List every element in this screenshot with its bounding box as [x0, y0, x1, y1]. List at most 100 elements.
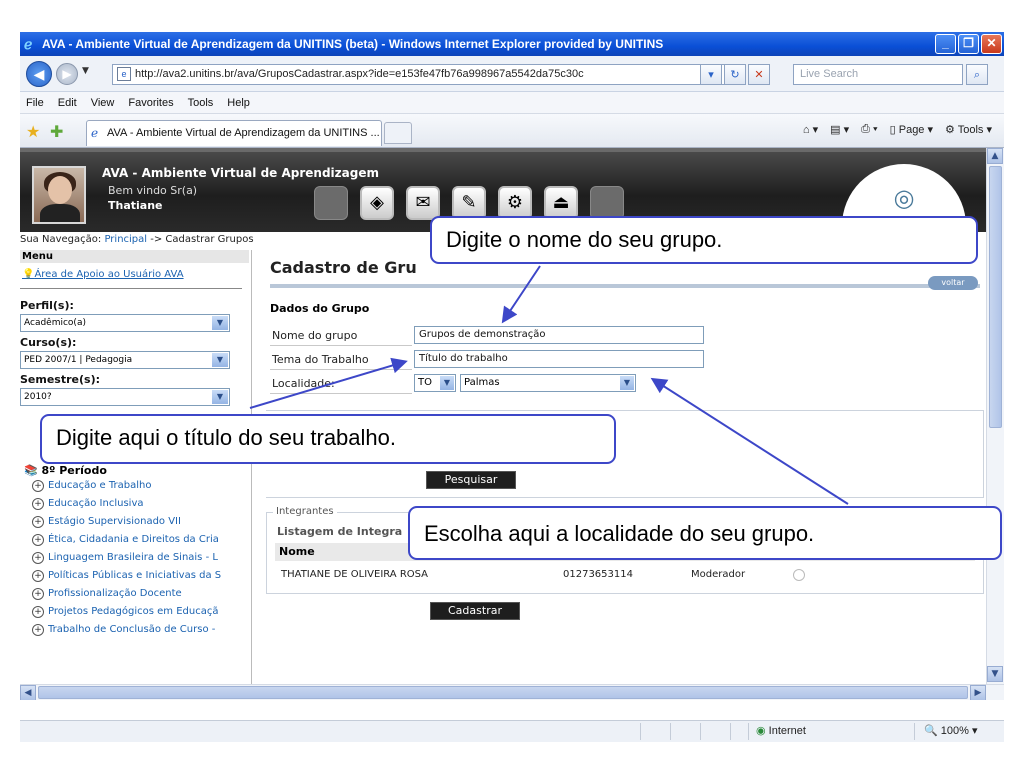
sidebar-course[interactable]: + Trabalho de Conclusão de Curso -	[20, 621, 250, 639]
bulb-icon: 💡	[22, 269, 35, 280]
globe-icon: ◉	[756, 725, 769, 737]
expand-icon: +	[32, 606, 44, 618]
print-icon[interactable]: ⎙ ▾	[861, 123, 877, 136]
localidade-label: Localidade:	[272, 377, 335, 390]
sidebar-course[interactable]: + Estágio Supervisionado VII	[20, 513, 250, 531]
scroll-down-icon[interactable]: ▼	[987, 666, 1003, 682]
breadcrumb-home-link[interactable]: Principal	[104, 234, 147, 245]
page-menu[interactable]: ▯ Page ▾	[890, 123, 933, 136]
expand-icon: +	[32, 552, 44, 564]
perfil-select[interactable]: Acadêmico(a) ▼	[20, 314, 230, 332]
close-icon[interactable]: ✕	[981, 34, 1002, 54]
search-icon[interactable]: ⌕	[966, 64, 988, 85]
ie-logo-icon: ℯ	[24, 36, 33, 52]
uf-select[interactable]: TO ▼	[414, 374, 456, 392]
expand-icon: +	[32, 516, 44, 528]
zoom-icon: 🔍	[924, 725, 941, 737]
sidebar-course[interactable]: + Políticas Públicas e Iniciativas da S	[20, 567, 250, 585]
cadastrar-button[interactable]: Cadastrar	[430, 602, 520, 620]
callout-nome: Digite o nome do seu grupo.	[430, 216, 978, 264]
zoom-level[interactable]: 🔍 100% ▾	[924, 724, 977, 737]
member-code: 01273653114	[563, 569, 633, 580]
url-input[interactable]: e http://ava2.unitins.br/ava/GruposCadas…	[112, 64, 732, 85]
menu-tools[interactable]: Tools	[188, 97, 214, 109]
nome-label: Nome do grupo	[272, 329, 358, 342]
hscroll-thumb[interactable]	[38, 686, 968, 699]
status-zone: ◉ Internet	[756, 725, 806, 737]
new-tab-button[interactable]	[384, 122, 412, 144]
menu-favorites[interactable]: Favorites	[128, 97, 173, 109]
favorites-star-icon[interactable]: ★	[26, 122, 40, 141]
sidebar-course[interactable]: + Educação Inclusiva	[20, 495, 250, 513]
member-role: Moderador	[691, 569, 746, 580]
scroll-thumb[interactable]	[989, 166, 1002, 428]
scroll-up-icon[interactable]: ▲	[987, 148, 1003, 164]
tools-menu[interactable]: ⚙ Tools ▾	[945, 123, 992, 136]
forward-icon[interactable]: ▶	[56, 63, 78, 85]
sidebar-course[interactable]: + Profissionalização Docente	[20, 585, 250, 603]
curso-select[interactable]: PED 2007/1 | Pedagogia ▼	[20, 351, 230, 369]
voltar-button[interactable]: voltar	[928, 276, 978, 290]
history-dropdown-icon[interactable]: ▼	[82, 66, 89, 76]
semestre-label: Semestre(s):	[20, 373, 100, 386]
sidebar-course[interactable]: + Projetos Pedagógicos em Educaçã	[20, 603, 250, 621]
cidade-select[interactable]: Palmas ▼	[460, 374, 636, 392]
scroll-left-icon[interactable]: ◀	[20, 685, 36, 700]
gear-icon[interactable]: ⚙	[498, 186, 532, 220]
sidebar-course[interactable]: + Linguagem Brasileira de Sinais - L	[20, 549, 250, 567]
feeds-icon[interactable]: ▤ ▾	[830, 123, 849, 136]
menu-help[interactable]: Help	[227, 97, 250, 109]
listagem-title: Listagem de Integra	[277, 525, 403, 538]
tab-ava[interactable]: ℯ AVA - Ambiente Virtual de Aprendizagem…	[86, 120, 382, 146]
tools-icon[interactable]: ✎	[452, 186, 486, 220]
page-title: Cadastro de Gru	[270, 258, 417, 277]
back-icon[interactable]: ◀	[26, 61, 52, 87]
maximize-icon[interactable]: ❐	[958, 34, 979, 54]
expand-icon: +	[32, 534, 44, 546]
exit-icon[interactable]: ⏏	[544, 186, 578, 220]
welcome-text: Bem vindo Sr(a)	[108, 184, 198, 197]
user-name: Thatiane	[108, 199, 163, 212]
scroll-right-icon[interactable]: ▶	[970, 685, 986, 700]
avatar	[32, 166, 86, 224]
window-titlebar: ℯ AVA - Ambiente Virtual de Aprendizagem…	[20, 32, 1004, 56]
menu-file[interactable]: File	[26, 97, 44, 109]
tab-bar: ★ ✚ ℯ AVA - Ambiente Virtual de Aprendiz…	[20, 114, 1004, 148]
tab-ie-icon: ℯ	[91, 126, 99, 140]
menu-edit[interactable]: Edit	[58, 97, 77, 109]
mail-icon[interactable]: ✉	[406, 186, 440, 220]
horizontal-scrollbar[interactable]: ◀ ▶	[20, 684, 1004, 700]
sidebar-course[interactable]: + Ética, Cidadania e Direitos da Cria	[20, 531, 250, 549]
curso-label: Curso(s):	[20, 336, 77, 349]
stop-icon[interactable]: ✕	[748, 64, 770, 85]
sidebar-course[interactable]: + Educação e Trabalho	[20, 477, 250, 495]
tema-label: Tema do Trabalho	[272, 353, 369, 366]
eraser-icon[interactable]: ◈	[360, 186, 394, 220]
tool-blank-icon-2	[590, 186, 624, 220]
refresh-icon[interactable]: ↻	[724, 64, 746, 85]
tema-input[interactable]: Título do trabalho	[414, 350, 704, 368]
page-icon: e	[117, 67, 131, 81]
search-input[interactable]: Live Search	[793, 64, 963, 85]
site-title: AVA - Ambiente Virtual de Aprendizagem	[102, 166, 379, 180]
chevron-down-icon: ▼	[212, 353, 228, 367]
member-name: THATIANE DE OLIVEIRA ROSA	[281, 569, 429, 580]
address-bar: ◀ ▶ ▼ e http://ava2.unitins.br/ava/Grupo…	[20, 56, 1004, 92]
nome-input[interactable]: Grupos de demonstração	[414, 326, 704, 344]
home-icon[interactable]: ⌂ ▾	[803, 123, 818, 136]
sidebar: Menu 💡Área de Apoio ao Usuário AVA Perfi…	[20, 250, 252, 700]
menu-bar: File Edit View Favorites Tools Help	[20, 92, 1004, 114]
url-dropdown-icon[interactable]: ▾	[700, 64, 722, 85]
callout-titulo: Digite aqui o título do seu trabalho.	[40, 414, 616, 464]
semestre-select[interactable]: 2010? ▼	[20, 388, 230, 406]
menu-view[interactable]: View	[91, 97, 115, 109]
help-link[interactable]: 💡Área de Apoio ao Usuário AVA	[20, 263, 242, 289]
url-text: http://ava2.unitins.br/ava/GruposCadastr…	[135, 68, 584, 80]
minimize-icon[interactable]: _	[935, 34, 956, 54]
section-title: Dados do Grupo	[270, 302, 370, 315]
pesquisar-button[interactable]: Pesquisar	[426, 471, 516, 489]
add-favorite-icon[interactable]: ✚	[50, 122, 63, 141]
window-title: AVA - Ambiente Virtual de Aprendizagem d…	[42, 37, 664, 51]
member-radio[interactable]	[793, 569, 805, 581]
vertical-scrollbar[interactable]: ▲ ▼	[986, 148, 1004, 684]
